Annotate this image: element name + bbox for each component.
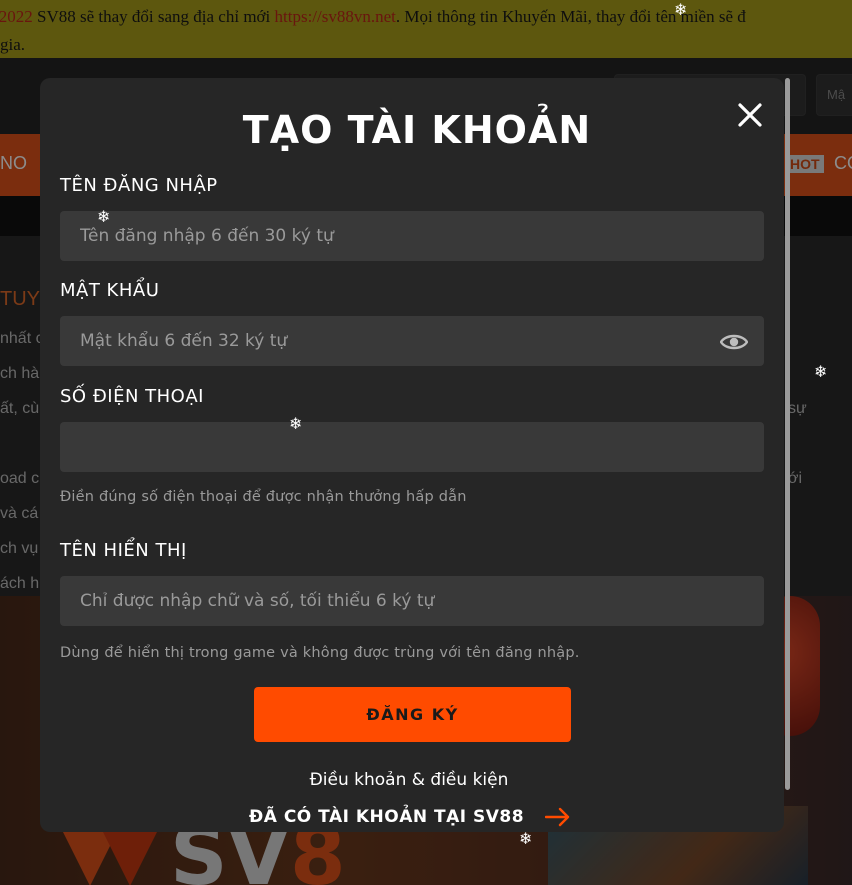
arrow-right-icon[interactable] — [545, 807, 571, 827]
display-name-hint: Dùng để hiển thị trong game và không đượ… — [60, 645, 580, 661]
snowflake-icon: ❄ — [289, 414, 303, 433]
modal-title: TẠO TÀI KHOẢN — [242, 108, 592, 152]
login-link[interactable]: ĐÃ CÓ TÀI KHOẢN TẠI SV88 — [249, 807, 524, 827]
password-label: MẬT KHẨU — [60, 280, 160, 301]
close-icon — [738, 103, 762, 127]
snowflake-icon: ❄ — [674, 0, 688, 19]
register-modal: TẠO TÀI KHOẢN TÊN ĐĂNG NHẬP MẬT KHẨU SỐ … — [40, 78, 784, 832]
phone-hint: Điền đúng số điện thoại để được nhận thư… — [60, 489, 467, 505]
phone-input[interactable] — [60, 422, 764, 472]
terms-link[interactable]: Điều khoản & điều kiện — [40, 770, 778, 790]
display-name-input[interactable] — [60, 576, 764, 626]
modal-scrollbar[interactable] — [785, 78, 790, 790]
phone-label: SỐ ĐIỆN THOẠI — [60, 386, 204, 407]
password-input[interactable] — [60, 316, 764, 366]
snowflake-icon: ❄ — [97, 207, 111, 226]
snowflake-icon: ❄ — [814, 362, 828, 381]
username-input[interactable] — [60, 211, 764, 261]
display-name-label: TÊN HIỂN THỊ — [60, 540, 187, 561]
register-button[interactable]: ĐĂNG KÝ — [254, 687, 571, 742]
close-button[interactable] — [736, 101, 764, 129]
eye-icon[interactable] — [720, 332, 748, 352]
username-label: TÊN ĐĂNG NHẬP — [60, 175, 218, 196]
snowflake-icon: ❄ — [519, 829, 533, 848]
